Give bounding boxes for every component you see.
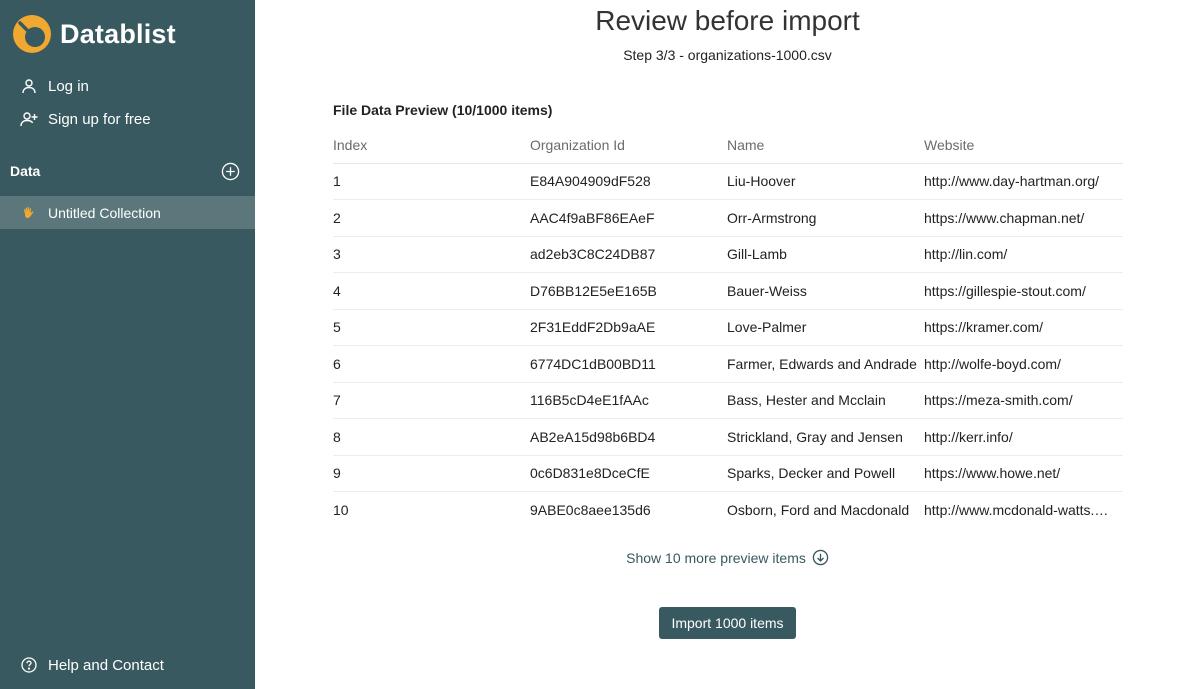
datablist-logo-icon [13, 15, 51, 53]
table-row: 9 0c6D831e8DceCfE Sparks, Decker and Pow… [333, 455, 1123, 492]
table-row: 10 9ABE0c8aee135d6 Osborn, Ford and Macd… [333, 492, 1123, 529]
main-content: Review before import Step 3/3 - organiza… [255, 0, 1200, 689]
sidebar: Datablist Log in Sign up for free Data U… [0, 0, 255, 689]
add-collection-button[interactable] [220, 161, 240, 181]
help-label: Help and Contact [48, 656, 164, 674]
login-label: Log in [48, 77, 89, 95]
table-row: 4 D76BB12E5eE165B Bauer-Weiss https://gi… [333, 272, 1123, 310]
cell-website: https://gillespie-stout.com/ [924, 272, 1123, 310]
brand[interactable]: Datablist [12, 13, 176, 55]
section-title: Data [10, 163, 41, 179]
page-subtitle: Step 3/3 - organizations-1000.csv [623, 47, 832, 63]
user-plus-icon [20, 110, 38, 128]
cell-website: http://www.day-hartman.org/ [924, 163, 1123, 200]
cell-index: 4 [333, 272, 530, 310]
table-header-row: Index Organization Id Name Website [333, 127, 1123, 164]
import-button[interactable]: Import 1000 items [659, 607, 796, 639]
cell-name: Bauer-Weiss [727, 272, 924, 310]
cell-website: https://kramer.com/ [924, 309, 1123, 346]
cell-website: https://www.howe.net/ [924, 455, 1123, 492]
cell-index: 10 [333, 502, 349, 518]
cell-index: 7 [333, 382, 530, 419]
table-row: 3 ad2eb3C8C24DB87 Gill-Lamb http://lin.c… [333, 236, 1123, 273]
cell-website: https://meza-smith.com/ [924, 382, 1123, 419]
cell-organization-id: AAC4f9aBF86EAeF [530, 199, 727, 237]
cell-organization-id: 116B5cD4eE1fAAc [530, 382, 727, 419]
cell-organization-id: AB2eA15d98b6BD4 [530, 418, 727, 456]
column-header-organization-id: Organization Id [530, 127, 727, 164]
cell-name: Love-Palmer [727, 309, 924, 346]
cell-website: https://www.chapman.net/ [924, 199, 1123, 237]
user-icon [20, 77, 38, 95]
hand-wave-icon [20, 204, 38, 222]
plus-circle-icon [221, 162, 239, 180]
data-section-header: Data [10, 159, 240, 183]
cell-index: 5 [333, 309, 530, 346]
cell-index: 2 [333, 199, 530, 237]
cell-name: Gill-Lamb [727, 236, 924, 273]
signup-label: Sign up for free [48, 110, 151, 128]
show-more-preview-link[interactable]: Show 10 more preview items [255, 549, 1200, 566]
cell-name: Orr-Armstrong [727, 199, 924, 237]
column-header-name: Name [727, 127, 924, 164]
page-title: Review before import [595, 5, 860, 36]
table-row: 8 AB2eA15d98b6BD4 Strickland, Gray and J… [333, 418, 1123, 456]
cell-organization-id: 2F31EddF2Db9aAE [530, 309, 727, 346]
cell-index: 1 [333, 163, 530, 200]
cell-website: http://wolfe-boyd.com/ [924, 345, 1123, 383]
brand-name: Datablist [60, 18, 176, 49]
cell-organization-id: ad2eb3C8C24DB87 [530, 236, 727, 273]
table-row: 7 116B5cD4eE1fAAc Bass, Hester and Mccla… [333, 382, 1123, 419]
table-row: 2 AAC4f9aBF86EAeF Orr-Armstrong https://… [333, 199, 1123, 237]
cell-name: Osborn, Ford and Macdonald [727, 502, 910, 518]
collection-label: Untitled Collection [48, 204, 161, 221]
cell-organization-id: 9ABE0c8aee135d6 [530, 502, 651, 518]
preview-table: Index Organization Id Name Website 1 E84… [333, 127, 1123, 528]
sidebar-item-untitled-collection[interactable]: Untitled Collection [0, 196, 255, 229]
show-more-label: Show 10 more preview items [626, 549, 806, 566]
cell-index: 6 [333, 345, 530, 383]
cell-index: 9 [333, 455, 530, 492]
arrow-down-circle-icon [812, 549, 829, 566]
cell-name: Bass, Hester and Mcclain [727, 382, 924, 419]
table-row: 6 6774DC1dB00BD11 Farmer, Edwards and An… [333, 345, 1123, 383]
table-row: 5 2F31EddF2Db9aAE Love-Palmer https://kr… [333, 309, 1123, 346]
cell-name: Sparks, Decker and Powell [727, 455, 924, 492]
cell-index: 3 [333, 236, 530, 273]
cell-name: Liu-Hoover [727, 163, 924, 200]
cell-website: http://lin.com/ [924, 236, 1123, 273]
cell-index: 8 [333, 418, 530, 456]
help-circle-icon [20, 656, 38, 674]
cell-organization-id: D76BB12E5eE165B [530, 272, 727, 310]
cell-organization-id: E84A904909dF528 [530, 163, 727, 200]
column-header-website: Website [924, 127, 1123, 164]
cell-name: Strickland, Gray and Jensen [727, 418, 924, 456]
signup-link[interactable]: Sign up for free [20, 107, 151, 131]
cell-name: Farmer, Edwards and Andrade [727, 345, 924, 383]
login-link[interactable]: Log in [20, 74, 89, 98]
help-link[interactable]: Help and Contact [20, 653, 164, 677]
cell-organization-id: 0c6D831e8DceCfE [530, 455, 727, 492]
cell-organization-id: 6774DC1dB00BD11 [530, 345, 727, 383]
table-row: 1 E84A904909dF528 Liu-Hoover http://www.… [333, 163, 1123, 200]
column-header-index: Index [333, 127, 530, 164]
preview-title: File Data Preview (10/1000 items) [333, 102, 553, 118]
cell-website: http://www.mcdonald-watts.… [924, 502, 1109, 518]
cell-website: http://kerr.info/ [924, 418, 1123, 456]
